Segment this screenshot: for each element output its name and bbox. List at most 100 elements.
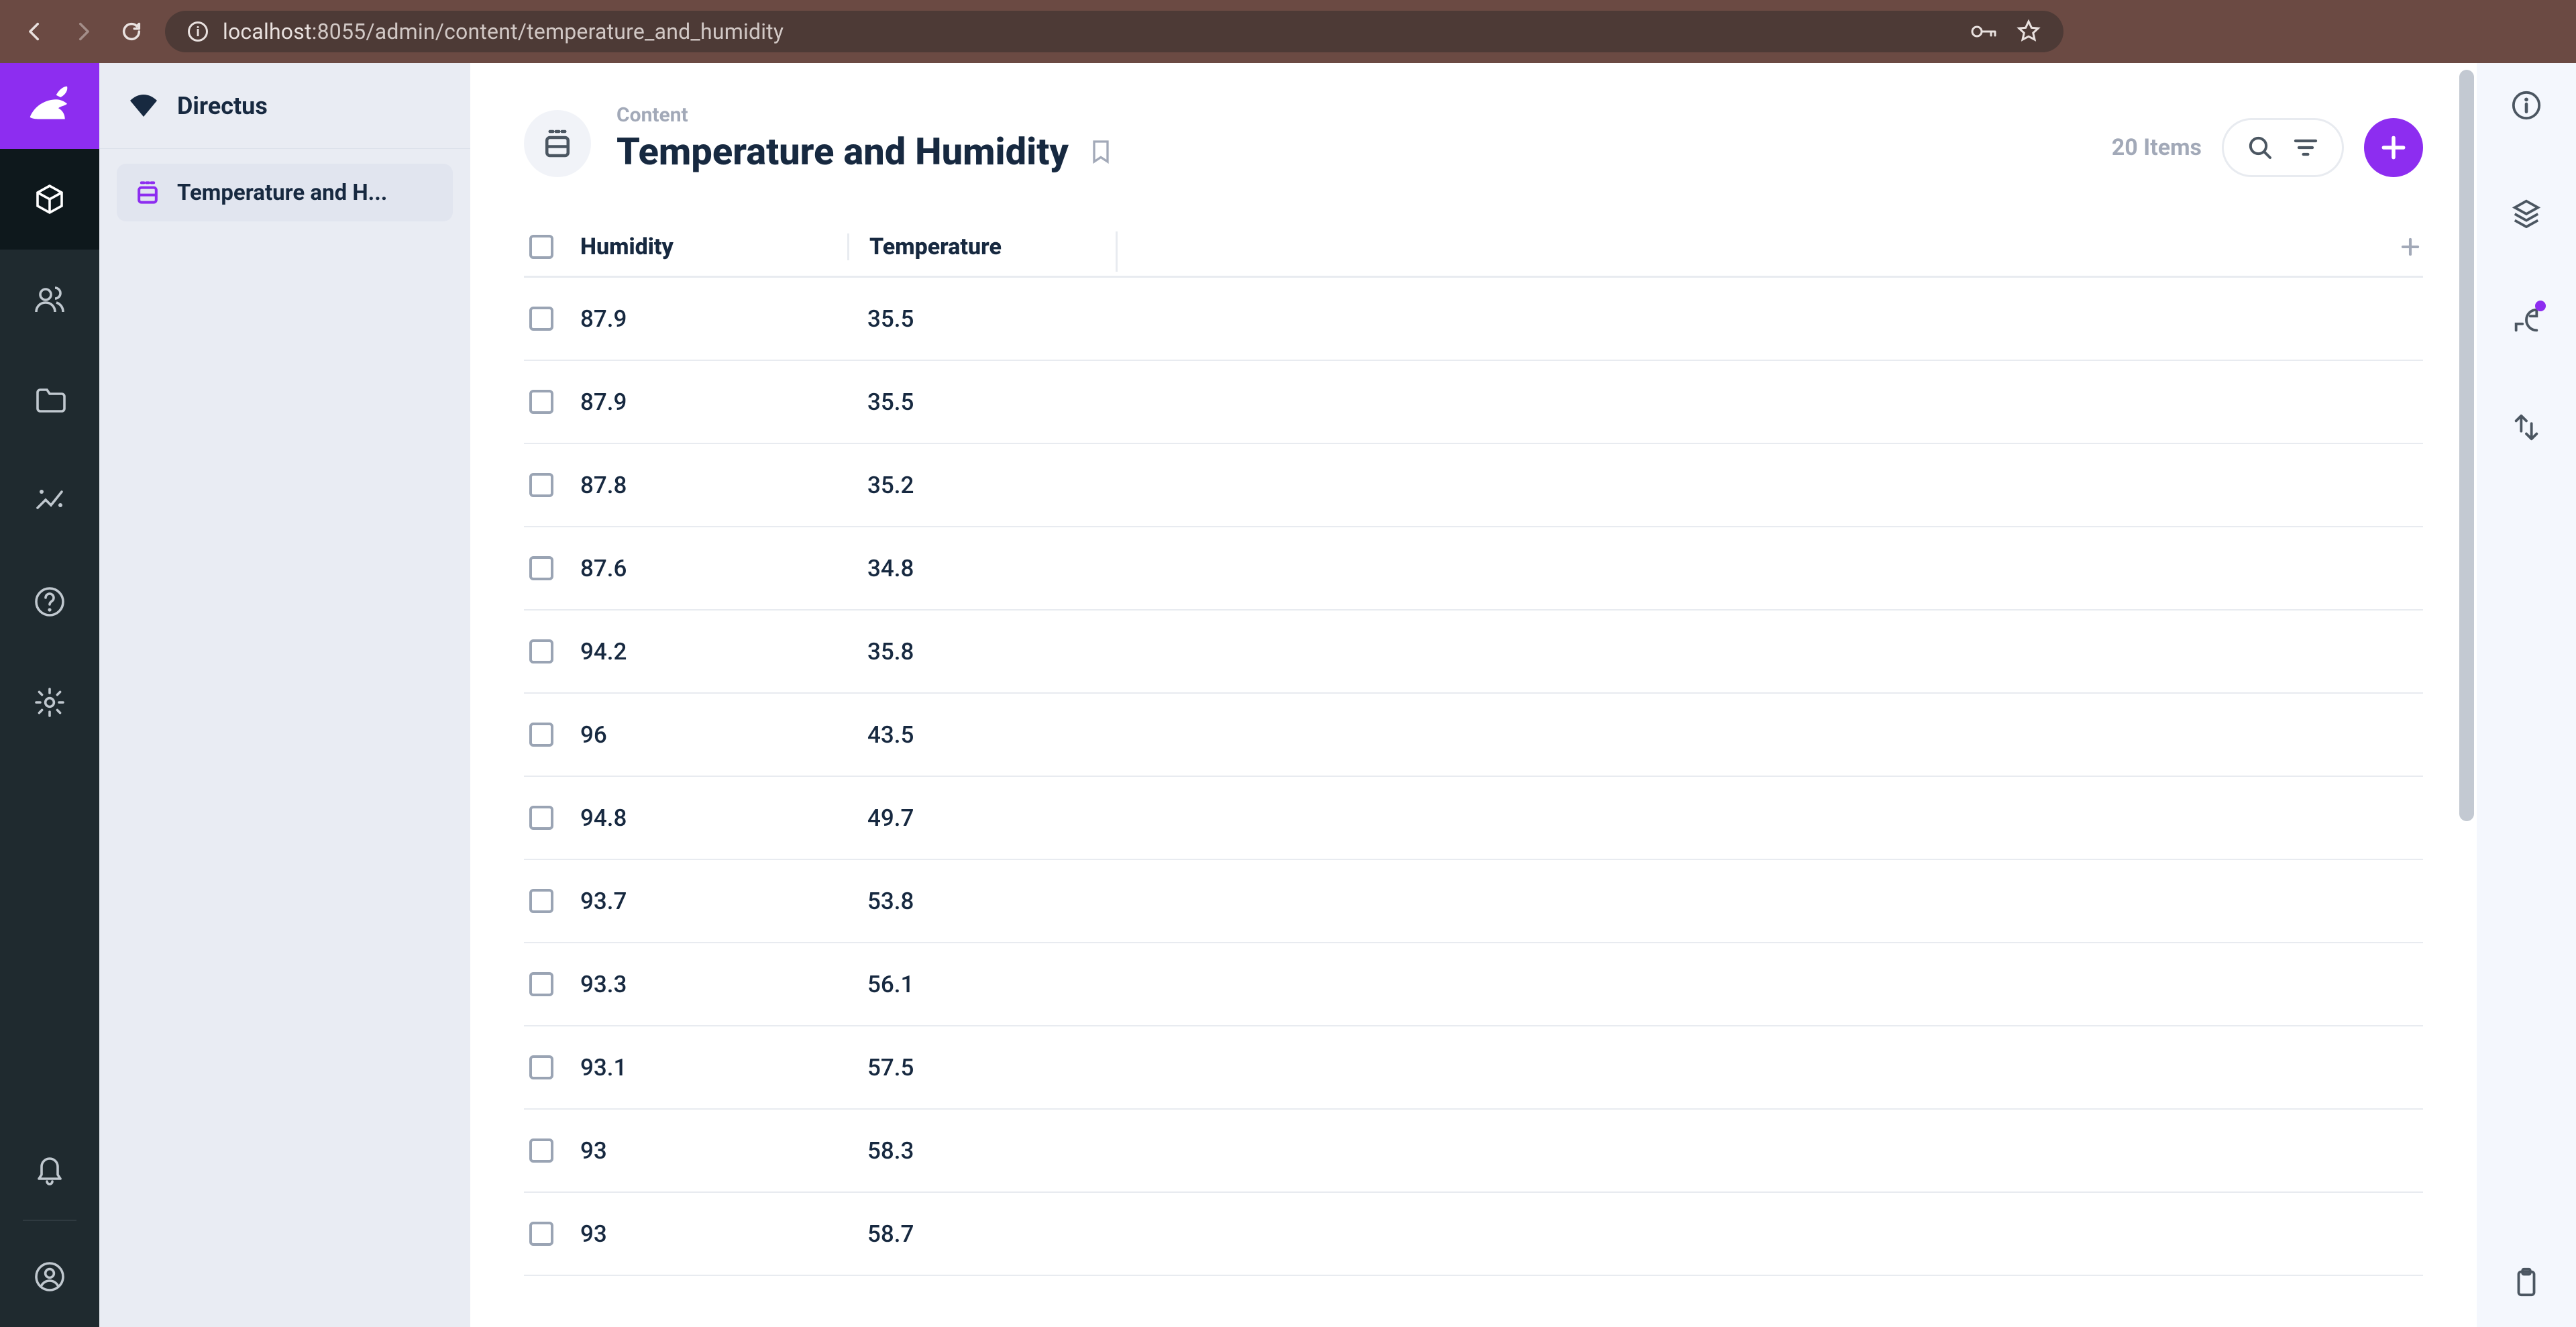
wifi-icon <box>127 93 160 119</box>
site-info-icon[interactable]: i <box>188 21 208 42</box>
activity-panel-button[interactable] <box>2511 305 2542 338</box>
cell-temperature: 35.5 <box>847 388 1116 416</box>
scrollbar[interactable] <box>2457 70 2477 1320</box>
info-panel-button[interactable] <box>2511 90 2542 123</box>
table-header: Humidity Temperature <box>524 217 2423 278</box>
select-all-checkbox[interactable] <box>524 235 580 259</box>
bookmark-icon[interactable] <box>1087 136 1114 168</box>
logo-rabbit-icon[interactable] <box>0 63 99 149</box>
sidebar-item-temperature-humidity[interactable]: Temperature and H... <box>117 164 453 221</box>
table-row[interactable]: 94.235.8 <box>524 611 2423 694</box>
item-count: 20 Items <box>2112 134 2202 161</box>
table-row[interactable]: 87.935.5 <box>524 361 2423 444</box>
cell-temperature: 58.3 <box>847 1137 1116 1165</box>
row-checkbox[interactable] <box>524 473 580 497</box>
table-row[interactable]: 93.753.8 <box>524 860 2423 943</box>
module-content[interactable] <box>0 149 99 250</box>
table-row[interactable]: 9358.7 <box>524 1193 2423 1276</box>
cell-temperature: 35.5 <box>847 305 1116 333</box>
module-files[interactable] <box>0 350 99 451</box>
table-row[interactable]: 9643.5 <box>524 694 2423 777</box>
module-account[interactable] <box>0 1226 99 1327</box>
collection-header-icon[interactable] <box>524 110 591 177</box>
row-checkbox[interactable] <box>524 972 580 996</box>
password-key-icon[interactable] <box>1971 22 1998 41</box>
cell-humidity: 93.7 <box>580 888 847 915</box>
table-row[interactable]: 93.356.1 <box>524 943 2423 1026</box>
module-insights[interactable] <box>0 451 99 551</box>
cell-humidity: 87.9 <box>580 388 847 416</box>
search-filter-pill[interactable] <box>2222 118 2344 177</box>
table-row[interactable]: 87.935.5 <box>524 278 2423 361</box>
module-settings[interactable] <box>0 652 99 753</box>
row-checkbox[interactable] <box>524 1222 580 1246</box>
cell-temperature: 35.8 <box>847 638 1116 666</box>
cell-humidity: 93 <box>580 1137 847 1165</box>
row-checkbox[interactable] <box>524 556 580 580</box>
scrollbar-thumb[interactable] <box>2459 70 2474 821</box>
url-text: localhost:8055/admin/content/temperature… <box>223 19 784 44</box>
layers-panel-button[interactable] <box>2511 197 2542 231</box>
row-checkbox[interactable] <box>524 1055 580 1079</box>
table-row[interactable]: 87.634.8 <box>524 527 2423 611</box>
cell-humidity: 87.8 <box>580 472 847 499</box>
row-checkbox[interactable] <box>524 723 580 747</box>
cell-humidity: 93 <box>580 1220 847 1248</box>
create-item-button[interactable] <box>2364 118 2423 177</box>
activity-indicator-dot <box>2535 301 2546 311</box>
module-docs[interactable] <box>0 551 99 652</box>
browser-reload-button[interactable] <box>117 17 146 46</box>
row-checkbox[interactable] <box>524 639 580 664</box>
cell-humidity: 87.9 <box>580 305 847 333</box>
sensor-icon <box>133 178 162 207</box>
add-column-icon[interactable] <box>2398 234 2423 260</box>
url-host: localhost <box>223 19 312 44</box>
row-checkbox[interactable] <box>524 307 580 331</box>
module-divider <box>23 1220 76 1221</box>
browser-back-button[interactable] <box>20 17 50 46</box>
cell-temperature: 49.7 <box>847 804 1116 832</box>
breadcrumb[interactable]: Content <box>616 103 1114 127</box>
module-users[interactable] <box>0 250 99 350</box>
cell-temperature: 58.7 <box>847 1220 1116 1248</box>
column-header-humidity[interactable]: Humidity <box>580 233 847 260</box>
row-checkbox[interactable] <box>524 1138 580 1163</box>
url-path: :8055/admin/content/temperature_and_humi… <box>312 19 784 44</box>
filter-icon[interactable] <box>2292 134 2319 161</box>
browser-address-bar[interactable]: i localhost:8055/admin/content/temperatu… <box>165 11 2063 52</box>
import-export-button[interactable] <box>2511 412 2542 445</box>
module-bar <box>0 63 99 1327</box>
column-divider <box>1116 231 1118 272</box>
page-header: Content Temperature and Humidity 20 Item… <box>470 63 2477 197</box>
search-icon[interactable] <box>2247 134 2273 161</box>
app-frame: Directus Temperature and H... Content Te… <box>0 63 2576 1327</box>
collection-sidebar: Directus Temperature and H... <box>99 63 470 1327</box>
table-row[interactable]: 87.835.2 <box>524 444 2423 527</box>
clipboard-button[interactable] <box>2511 1267 2542 1300</box>
cell-temperature: 43.5 <box>847 721 1116 749</box>
row-checkbox[interactable] <box>524 390 580 414</box>
table-row[interactable]: 94.849.7 <box>524 777 2423 860</box>
table-row[interactable]: 93.157.5 <box>524 1026 2423 1110</box>
data-table: Humidity Temperature 87.935.587.935.587.… <box>470 197 2477 1276</box>
cell-humidity: 93.1 <box>580 1054 847 1081</box>
page-title: Temperature and Humidity <box>616 129 1069 174</box>
row-checkbox[interactable] <box>524 889 580 913</box>
table-body: 87.935.587.935.587.835.287.634.894.235.8… <box>524 278 2423 1276</box>
brand-name: Directus <box>177 92 268 120</box>
sidebar-nav: Temperature and H... <box>99 149 470 236</box>
row-checkbox[interactable] <box>524 806 580 830</box>
column-header-temperature[interactable]: Temperature <box>847 233 1116 260</box>
right-rail <box>2477 63 2576 1327</box>
sidebar-item-label: Temperature and H... <box>177 180 387 206</box>
cell-humidity: 93.3 <box>580 971 847 998</box>
cell-temperature: 34.8 <box>847 555 1116 582</box>
main-content: Content Temperature and Humidity 20 Item… <box>470 63 2477 1327</box>
bookmark-star-icon[interactable] <box>2017 19 2041 44</box>
cell-temperature: 35.2 <box>847 472 1116 499</box>
table-row[interactable]: 9358.3 <box>524 1110 2423 1193</box>
module-notifications[interactable] <box>0 1119 99 1220</box>
browser-forward-button[interactable] <box>68 17 98 46</box>
cell-temperature: 57.5 <box>847 1054 1116 1081</box>
browser-toolbar: i localhost:8055/admin/content/temperatu… <box>0 0 2576 63</box>
